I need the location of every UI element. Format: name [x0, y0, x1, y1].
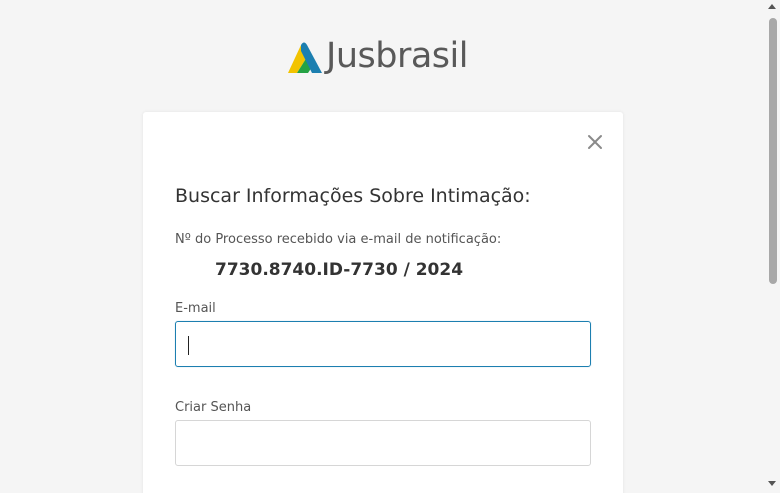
modal-title: Buscar Informações Sobre Intimação:: [175, 185, 531, 207]
jusbrasil-logo: Jusbrasil: [286, 36, 468, 76]
logo-wordmark: Jusbrasil: [326, 36, 468, 76]
scroll-thumb[interactable]: [769, 18, 777, 284]
scroll-down-icon[interactable]: [768, 481, 776, 486]
email-field[interactable]: [175, 321, 591, 367]
close-button[interactable]: [585, 132, 605, 152]
scrollbar[interactable]: [765, 0, 780, 493]
jusbrasil-logo-icon: [288, 42, 322, 73]
password-label: Criar Senha: [175, 400, 252, 415]
password-field[interactable]: [175, 420, 591, 466]
page: Jusbrasil Buscar Informações Sobre Intim…: [0, 0, 780, 493]
process-label: Nº do Processo recebido via e-mail de no…: [175, 232, 502, 247]
notification-modal: Buscar Informações Sobre Intimação: Nº d…: [143, 112, 623, 493]
text-caret: [188, 336, 189, 355]
email-label: E-mail: [175, 301, 216, 316]
process-number: 7730.8740.ID-7730 / 2024: [215, 260, 464, 280]
scroll-up-icon[interactable]: [768, 4, 776, 9]
close-icon: [588, 135, 602, 149]
